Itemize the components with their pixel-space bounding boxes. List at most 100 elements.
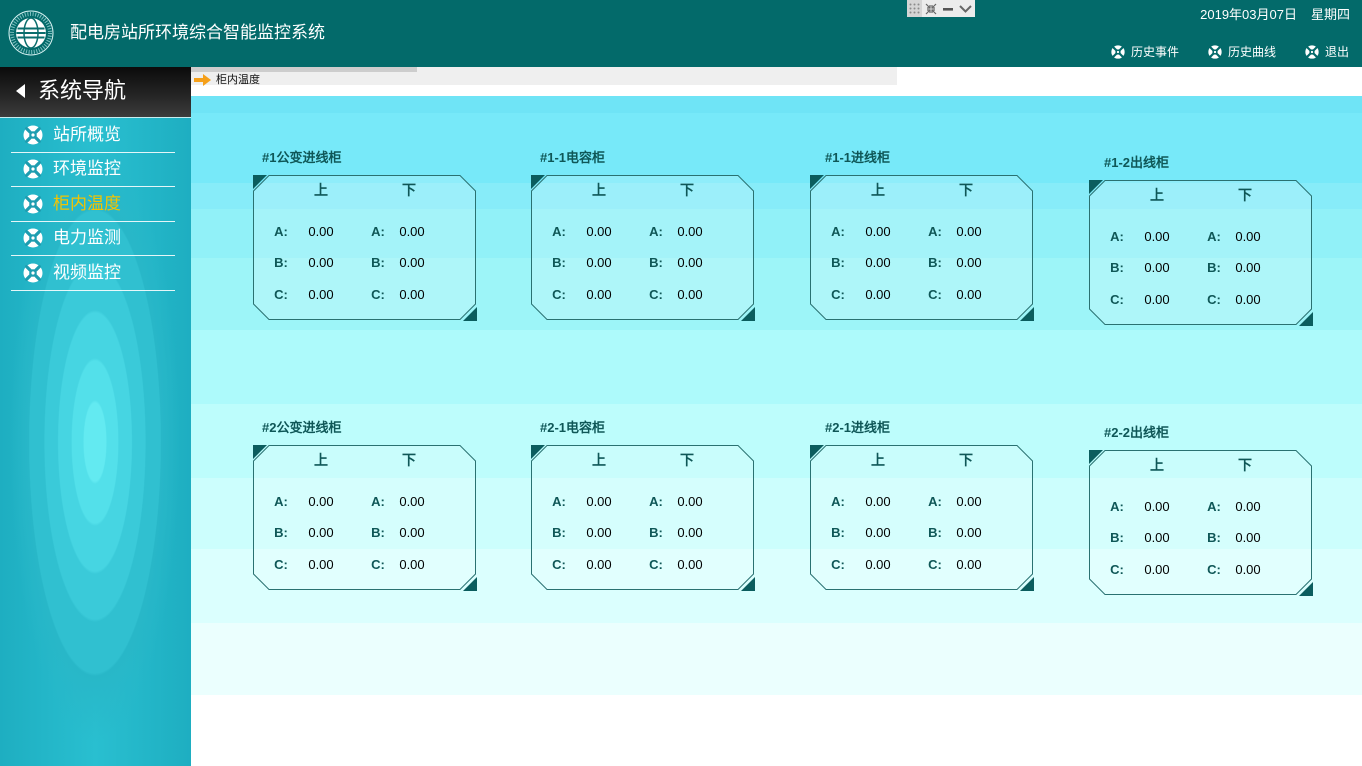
caret-left-icon[interactable] [16, 84, 26, 98]
cabinet-title: #2公变进线柜 [262, 420, 342, 435]
breadcrumb-current: 柜内温度 [216, 74, 260, 86]
temperature-lower-value: 0.00 [956, 557, 982, 572]
sidebar-item-label: 站所概览 [53, 124, 121, 144]
sidebar-item-label: 环境监控 [53, 159, 121, 179]
temperature-upper-value: 0.00 [308, 525, 334, 540]
phase-row: A: 0.00 A: 0.00 [253, 224, 476, 240]
cabinet-card: 上 下 A: 0.00 A: 0.00 B: 0.00 B: 0.00 C: 0… [1089, 180, 1313, 326]
phase-label-lower: A: [1207, 499, 1221, 514]
temperature-lower-value: 0.00 [1235, 499, 1261, 514]
nav-title: 系统导航 [38, 78, 127, 103]
collapse-icon[interactable] [922, 0, 939, 17]
phase-label-upper: C: [274, 557, 288, 572]
phase-label-lower: A: [649, 224, 663, 239]
breadcrumb: 柜内温度 [191, 67, 897, 86]
cabinet-panel: #2公变进线柜 上 下 A: 0.00 A: 0.00 B: 0.00 B: 0… [253, 419, 478, 592]
phase-label-lower: C: [371, 557, 385, 572]
ring-icon [1304, 45, 1319, 59]
phase-label-upper: B: [274, 525, 288, 540]
phase-label-lower: A: [371, 224, 385, 239]
ring-icon [23, 193, 43, 214]
temperature-lower-value: 0.00 [399, 224, 425, 239]
temperature-lower-value: 0.00 [1235, 229, 1261, 244]
column-header-upper: 上 [1150, 187, 1164, 203]
grid-icon[interactable] [907, 0, 922, 17]
phase-row: A: 0.00 A: 0.00 [531, 494, 754, 510]
app-title: 配电房站所环境综合智能监控系统 [70, 23, 325, 42]
ring-icon [23, 262, 43, 283]
column-header-lower: 下 [959, 452, 973, 468]
app-header: 配电房站所环境综合智能监控系统 2019年03月07日 星期四 历史事件 历史曲线… [0, 0, 1362, 67]
phase-label-lower: B: [371, 255, 385, 270]
ring-icon [23, 228, 43, 249]
ring-icon [1207, 45, 1222, 59]
temperature-lower-value: 0.00 [677, 494, 703, 509]
temperature-upper-value: 0.00 [1144, 499, 1170, 514]
temperature-upper-value: 0.00 [865, 255, 891, 270]
temperature-lower-value: 0.00 [1235, 292, 1261, 307]
phase-row: C: 0.00 C: 0.00 [1089, 292, 1312, 308]
phase-row: A: 0.00 A: 0.00 [1089, 499, 1312, 515]
sidebar-item-cabinet-temperature[interactable]: 柜内温度 [11, 187, 175, 222]
column-header-lower: 下 [402, 182, 416, 198]
phase-row: C: 0.00 C: 0.00 [810, 557, 1033, 573]
temperature-lower-value: 0.00 [956, 494, 982, 509]
nav-list: 站所概览 环境监控 柜内温度 电力监测 视频监控 [0, 118, 191, 291]
sidebar: 系统导航 站所概览 环境监控 柜内温度 电力监测 视频监控 [0, 67, 191, 766]
phase-row: A: 0.00 A: 0.00 [810, 224, 1033, 240]
temperature-lower-value: 0.00 [1235, 260, 1261, 275]
sidebar-item-label: 电力监测 [53, 228, 121, 248]
sidebar-item-environment-monitoring[interactable]: 环境监控 [11, 153, 175, 187]
column-header-upper: 上 [871, 182, 885, 198]
phase-label-lower: A: [1207, 229, 1221, 244]
temperature-lower-value: 0.00 [956, 525, 982, 540]
cabinet-card: 上 下 A: 0.00 A: 0.00 B: 0.00 B: 0.00 C: 0… [531, 175, 755, 321]
phase-row: A: 0.00 A: 0.00 [253, 494, 476, 510]
column-header-lower: 下 [680, 452, 694, 468]
phase-label-lower: C: [928, 557, 942, 572]
ring-icon [23, 124, 43, 145]
phase-label-lower: B: [928, 525, 942, 540]
phase-label-upper: B: [1110, 260, 1124, 275]
column-header-lower: 下 [680, 182, 694, 198]
sidebar-item-station-overview[interactable]: 站所概览 [11, 118, 175, 153]
chevron-down-icon[interactable] [956, 0, 975, 17]
temperature-lower-value: 0.00 [399, 287, 425, 302]
history-curve-button[interactable]: 历史曲线 [1207, 45, 1276, 59]
sidebar-item-power-monitoring[interactable]: 电力监测 [11, 222, 175, 256]
arrow-right-icon [194, 74, 211, 86]
minimize-icon[interactable] [939, 0, 956, 17]
phase-label-upper: B: [552, 255, 566, 270]
phase-row: B: 0.00 B: 0.00 [810, 255, 1033, 271]
phase-label-lower: C: [928, 287, 942, 302]
phase-label-lower: A: [928, 494, 942, 509]
history-events-button[interactable]: 历史事件 [1110, 45, 1179, 59]
temperature-upper-value: 0.00 [586, 525, 612, 540]
column-header-lower: 下 [959, 182, 973, 198]
phase-label-lower: C: [649, 557, 663, 572]
nav-header: 系统导航 [0, 67, 191, 118]
cabinet-panel: #1-1进线柜 上 下 A: 0.00 A: 0.00 B: 0.00 B: 0… [810, 149, 1035, 322]
phase-label-upper: A: [1110, 229, 1124, 244]
phase-label-upper: B: [552, 525, 566, 540]
logout-button[interactable]: 退出 [1304, 45, 1349, 59]
sidebar-item-video-monitoring[interactable]: 视频监控 [11, 256, 175, 291]
temperature-upper-value: 0.00 [586, 255, 612, 270]
temperature-lower-value: 0.00 [956, 255, 982, 270]
phase-row: B: 0.00 B: 0.00 [253, 525, 476, 541]
temperature-upper-value: 0.00 [865, 224, 891, 239]
phase-label-upper: B: [831, 255, 845, 270]
phase-row: B: 0.00 B: 0.00 [531, 255, 754, 271]
temperature-lower-value: 0.00 [677, 525, 703, 540]
phase-label-upper: C: [1110, 292, 1124, 307]
phase-label-lower: A: [371, 494, 385, 509]
phase-label-upper: C: [831, 557, 845, 572]
phase-label-lower: C: [371, 287, 385, 302]
temperature-upper-value: 0.00 [308, 287, 334, 302]
phase-label-lower: B: [371, 525, 385, 540]
phase-label-upper: A: [552, 494, 566, 509]
phase-row: A: 0.00 A: 0.00 [531, 224, 754, 240]
temperature-upper-value: 0.00 [1144, 260, 1170, 275]
temperature-upper-value: 0.00 [308, 224, 334, 239]
phase-row: B: 0.00 B: 0.00 [1089, 260, 1312, 276]
